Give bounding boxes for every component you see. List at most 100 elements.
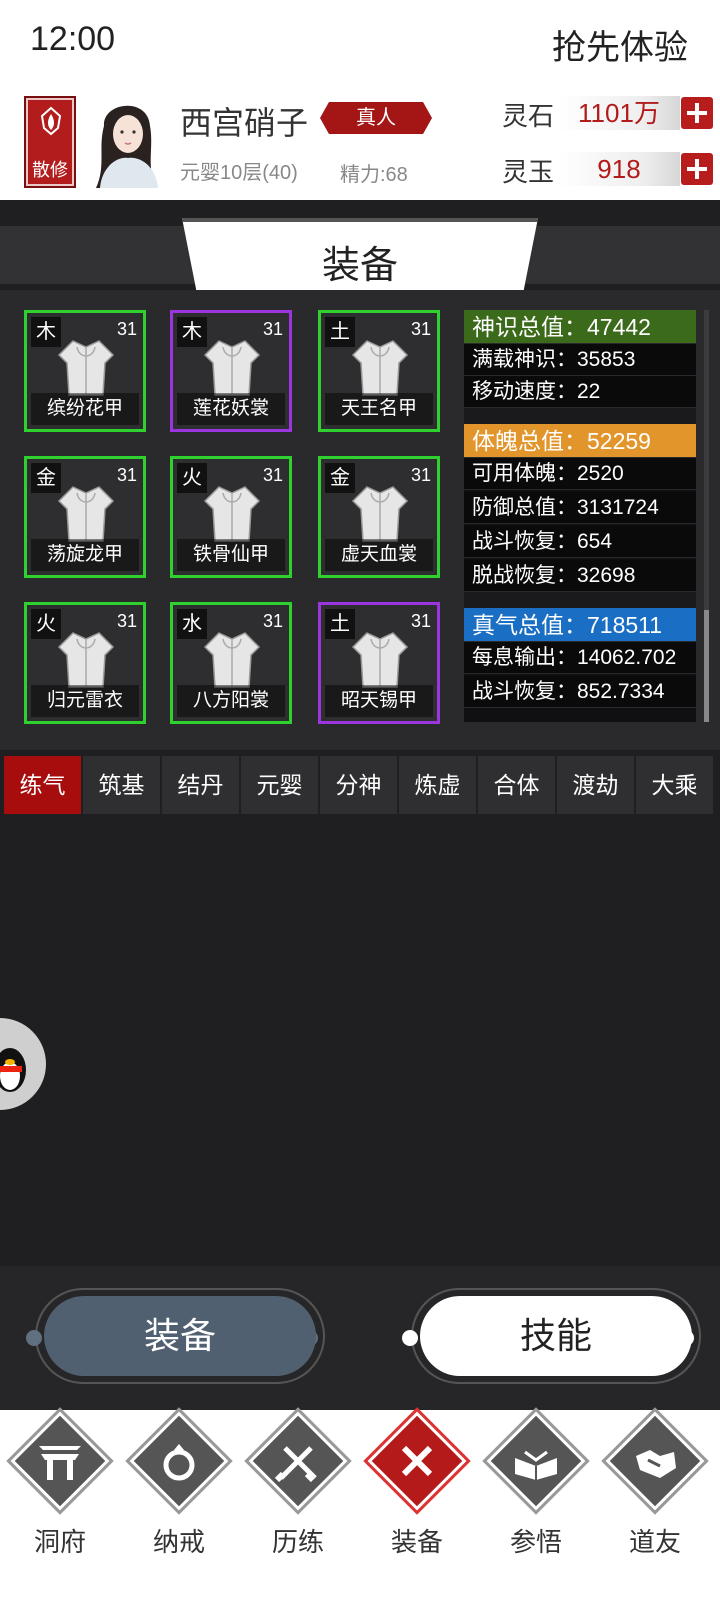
equipment-slot[interactable]: 水 31 八方阳裳 [170, 602, 292, 724]
realm-tab[interactable]: 渡劫 [557, 756, 634, 814]
title-badge: 真人 [320, 102, 432, 134]
slot-level: 31 [262, 319, 283, 339]
gate-icon [39, 1446, 81, 1480]
nav-label: 历练 [271, 1527, 324, 1557]
penguin-icon [0, 1048, 26, 1092]
energy-value: 精力:68 [340, 164, 408, 186]
add-spirit-stone-plus-icon[interactable] [681, 97, 713, 129]
robe-icon [203, 632, 261, 688]
slot-item-name: 莲花妖裳 [177, 393, 285, 425]
realm-tab[interactable]: 筑基 [83, 756, 160, 814]
robe-icon [203, 486, 261, 542]
nav-item[interactable]: 参悟 [476, 1410, 596, 1600]
equipment-slot[interactable]: 木 31 莲花妖裳 [170, 310, 292, 432]
element-badge: 火 [31, 609, 61, 639]
equipment-slot[interactable]: 土 31 天王名甲 [318, 310, 440, 432]
slot-item-name: 虚天血裳 [325, 539, 433, 571]
realm-level: 元婴10层(40) [180, 162, 298, 184]
element-badge: 土 [325, 317, 355, 347]
content-area [0, 816, 720, 1266]
qi-output: 每息输出：14062.702 [464, 642, 696, 674]
nav-item[interactable]: 纳戒 [119, 1410, 239, 1600]
skill-button[interactable]: 技能 [420, 1296, 692, 1376]
slot-level: 31 [410, 611, 431, 631]
element-badge: 水 [177, 609, 207, 639]
realm-tab[interactable]: 结丹 [162, 756, 239, 814]
spirit-jade-value: 918 [558, 152, 680, 186]
robe-icon [351, 486, 409, 542]
equipment-slot[interactable]: 金 31 荡旋龙甲 [24, 456, 146, 578]
stats-scroll-thumb[interactable] [704, 610, 709, 722]
stats-scrollbar[interactable] [704, 310, 709, 722]
realm-tab[interactable]: 练气 [4, 756, 81, 814]
section-banner: 装备 [182, 218, 538, 290]
player-header: 散修 西宫硝子 真人 元婴10层(40) 精力:68 灵石 1101万 灵玉 9… [0, 82, 720, 200]
element-badge: 木 [31, 317, 61, 347]
slot-level: 31 [116, 465, 137, 485]
element-badge: 土 [325, 609, 355, 639]
open-book-icon [515, 1450, 557, 1480]
slot-level: 31 [410, 465, 431, 485]
nav-label: 洞府 [33, 1527, 86, 1557]
realm-tab[interactable]: 炼虚 [399, 756, 476, 814]
body-total: 体魄总值：52259 [464, 424, 696, 458]
robe-icon [57, 632, 115, 688]
qi-battle-recover: 战斗恢复：852.7334 [464, 676, 696, 708]
spirit-jade-label: 灵玉 [502, 157, 555, 187]
close-x-icon [401, 1445, 433, 1477]
spirit-total: 神识总值：47442 [464, 310, 696, 344]
nav-item[interactable]: 道友 [595, 1410, 715, 1600]
nav-item[interactable]: 历练 [238, 1410, 358, 1600]
element-badge: 木 [177, 317, 207, 347]
battle-recover: 战斗恢复：654 [464, 526, 696, 558]
spirit-carry: 满载神识：35853 [464, 344, 696, 376]
offbattle-recover: 脱战恢复：32698 [464, 560, 696, 592]
move-speed: 移动速度：22 [464, 376, 696, 408]
slot-level: 31 [116, 611, 137, 631]
equipment-slot[interactable]: 土 31 昭天锡甲 [318, 602, 440, 724]
sect-label: 散修 [32, 160, 68, 180]
nav-label: 道友 [628, 1527, 681, 1557]
realm-tab[interactable]: 大乘 [636, 756, 713, 814]
slot-level: 31 [262, 465, 283, 485]
sect-badge[interactable]: 散修 [24, 96, 76, 188]
nav-item[interactable]: 装备 [357, 1410, 477, 1600]
slot-level: 31 [410, 319, 431, 339]
robe-icon [57, 340, 115, 396]
status-time: 12:00 [30, 20, 116, 58]
equipment-slot[interactable]: 火 31 归元雷衣 [24, 602, 146, 724]
slot-level: 31 [116, 319, 137, 339]
nav-item[interactable]: 洞府 [0, 1410, 120, 1600]
robe-icon [57, 486, 115, 542]
slot-item-name: 八方阳裳 [177, 685, 285, 717]
equip-button[interactable]: 装备 [44, 1296, 316, 1376]
equipment-slot[interactable]: 金 31 虚天血裳 [318, 456, 440, 578]
avatar[interactable] [84, 96, 172, 188]
equipment-slot[interactable]: 火 31 铁骨仙甲 [170, 456, 292, 578]
penguin-float-button[interactable] [0, 1018, 46, 1110]
element-badge: 金 [31, 463, 61, 493]
slot-item-name: 荡旋龙甲 [31, 539, 139, 571]
nav-label: 参悟 [509, 1527, 562, 1557]
element-badge: 金 [325, 463, 355, 493]
add-spirit-jade-plus-icon[interactable] [681, 153, 713, 185]
spirit-stone-value: 1101万 [558, 96, 680, 130]
spirit-stone-label: 灵石 [502, 101, 555, 131]
early-access-label: 抢先体验 [552, 29, 688, 67]
crossed-swords-icon [274, 1446, 317, 1483]
robe-icon [351, 340, 409, 396]
handshake-icon [636, 1450, 676, 1478]
slot-item-name: 昭天锡甲 [325, 685, 433, 717]
bottom-nav: 洞府 纳戒 历练 装备 参悟 道友 [0, 1410, 720, 1600]
equipment-slot[interactable]: 木 31 缤纷花甲 [24, 310, 146, 432]
robe-icon [203, 340, 261, 396]
realm-tab[interactable]: 元婴 [241, 756, 318, 814]
slot-item-name: 归元雷衣 [31, 685, 139, 717]
body-usable: 可用体魄：2520 [464, 458, 696, 490]
realm-tab[interactable]: 分神 [320, 756, 397, 814]
player-name: 西宫硝子 [180, 105, 309, 141]
realm-tab[interactable]: 合体 [478, 756, 555, 814]
slot-item-name: 天王名甲 [325, 393, 433, 425]
element-badge: 火 [177, 463, 207, 493]
defense-total: 防御总值：3131724 [464, 492, 696, 524]
